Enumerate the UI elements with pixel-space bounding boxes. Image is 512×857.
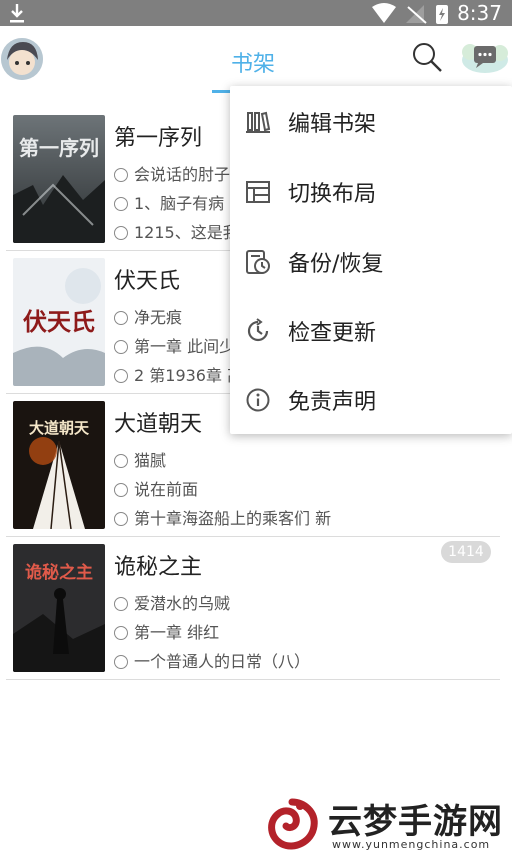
author-icon: [114, 311, 128, 325]
svg-text:第一序列: 第一序列: [19, 136, 99, 160]
unread-count-badge: 1414: [441, 541, 491, 563]
author-icon: [114, 597, 128, 611]
book-author: 猫腻: [114, 447, 166, 471]
clock-icon: [114, 626, 128, 640]
menu-item-backup-restore[interactable]: 备份/恢复: [230, 231, 512, 291]
backup-icon: [246, 250, 270, 274]
clock-icon: [114, 483, 128, 497]
avatar[interactable]: [1, 38, 43, 80]
tab-bookshelf[interactable]: 书架: [231, 46, 275, 78]
book-cover: 伏天氏: [13, 258, 105, 386]
svg-text:诡秘之主: 诡秘之主: [25, 562, 93, 583]
status-icons: [372, 3, 448, 24]
book-author: 会说话的肘子: [114, 161, 230, 185]
status-time: 8:37: [457, 1, 502, 25]
book-title: 大道朝天: [114, 412, 203, 437]
compass-icon: [114, 369, 128, 383]
book-cover: 第一序列: [13, 115, 105, 243]
divider: [6, 679, 500, 680]
search-icon[interactable]: [410, 40, 444, 74]
book-cover: 大道朝天: [13, 401, 105, 529]
book-title: 诡秘之主: [114, 555, 203, 580]
author-icon: [114, 454, 128, 468]
author-icon: [114, 168, 128, 182]
status-bar: 8:37: [0, 0, 512, 26]
menu-item-label: 切换布局: [288, 182, 377, 207]
svg-text:大道朝天: 大道朝天: [29, 419, 90, 437]
compass-icon: [114, 512, 128, 526]
book-last-read: 第一章 此间少: [114, 333, 235, 357]
clock-icon: [114, 197, 128, 211]
menu-item-check-update[interactable]: 检查更新: [230, 300, 512, 360]
menu-item-label: 编辑书架: [288, 112, 377, 137]
avatar-icon: [1, 38, 43, 80]
book-title: 伏天氏: [114, 269, 181, 294]
menu-item-label: 免责声明: [288, 390, 377, 415]
menu-item-label: 备份/恢复: [288, 252, 384, 277]
message-icon[interactable]: [460, 38, 510, 78]
watermark-logo: [268, 798, 318, 850]
compass-icon: [114, 655, 128, 669]
book-latest-chapter: 一个普通人的日常（八）: [114, 648, 310, 672]
info-icon: [246, 388, 270, 412]
download-icon: [10, 4, 24, 23]
book-last-read: 第一章 绯红: [114, 619, 219, 643]
book-latest-chapter: 1215、这是我: [114, 219, 239, 243]
menu-item-disclaimer[interactable]: 免责声明: [230, 369, 512, 429]
book-last-read: 说在前面: [114, 476, 198, 500]
book-author: 爱潜水的乌贼: [114, 590, 230, 614]
overflow-menu: 编辑书架 切换布局 备份/恢复 检查更新 免责声明: [230, 86, 512, 434]
book-author: 净无痕: [114, 304, 182, 328]
menu-item-edit-shelf[interactable]: 编辑书架: [230, 91, 512, 151]
book-cover: 诡秘之主: [13, 544, 105, 672]
book-row[interactable]: 诡秘之主 诡秘之主 1414 爱潜水的乌贼 第一章 绯红 一个普通人的日常（八）: [0, 537, 512, 680]
book-last-read: 1、脑子有病: [114, 190, 224, 214]
menu-item-label: 检查更新: [288, 321, 377, 346]
book-latest-chapter: 2 第1936章 高: [114, 362, 243, 386]
clock-icon: [114, 340, 128, 354]
update-clock-icon: [247, 318, 269, 342]
watermark: 云梦手游网 www.yunmengchina.com: [264, 790, 512, 857]
book-title: 第一序列: [114, 126, 203, 151]
watermark-title: 云梦手游网: [328, 802, 503, 842]
compass-icon: [114, 226, 128, 240]
wifi-icon: [372, 3, 396, 23]
menu-item-switch-layout[interactable]: 切换布局: [230, 161, 512, 221]
watermark-url: www.yunmengchina.com: [332, 838, 491, 851]
books-icon: [246, 111, 271, 133]
book-latest-chapter: 第十章海盗船上的乘客们 新: [114, 505, 331, 529]
svg-text:伏天氏: 伏天氏: [23, 307, 95, 336]
layout-icon: [246, 181, 270, 203]
